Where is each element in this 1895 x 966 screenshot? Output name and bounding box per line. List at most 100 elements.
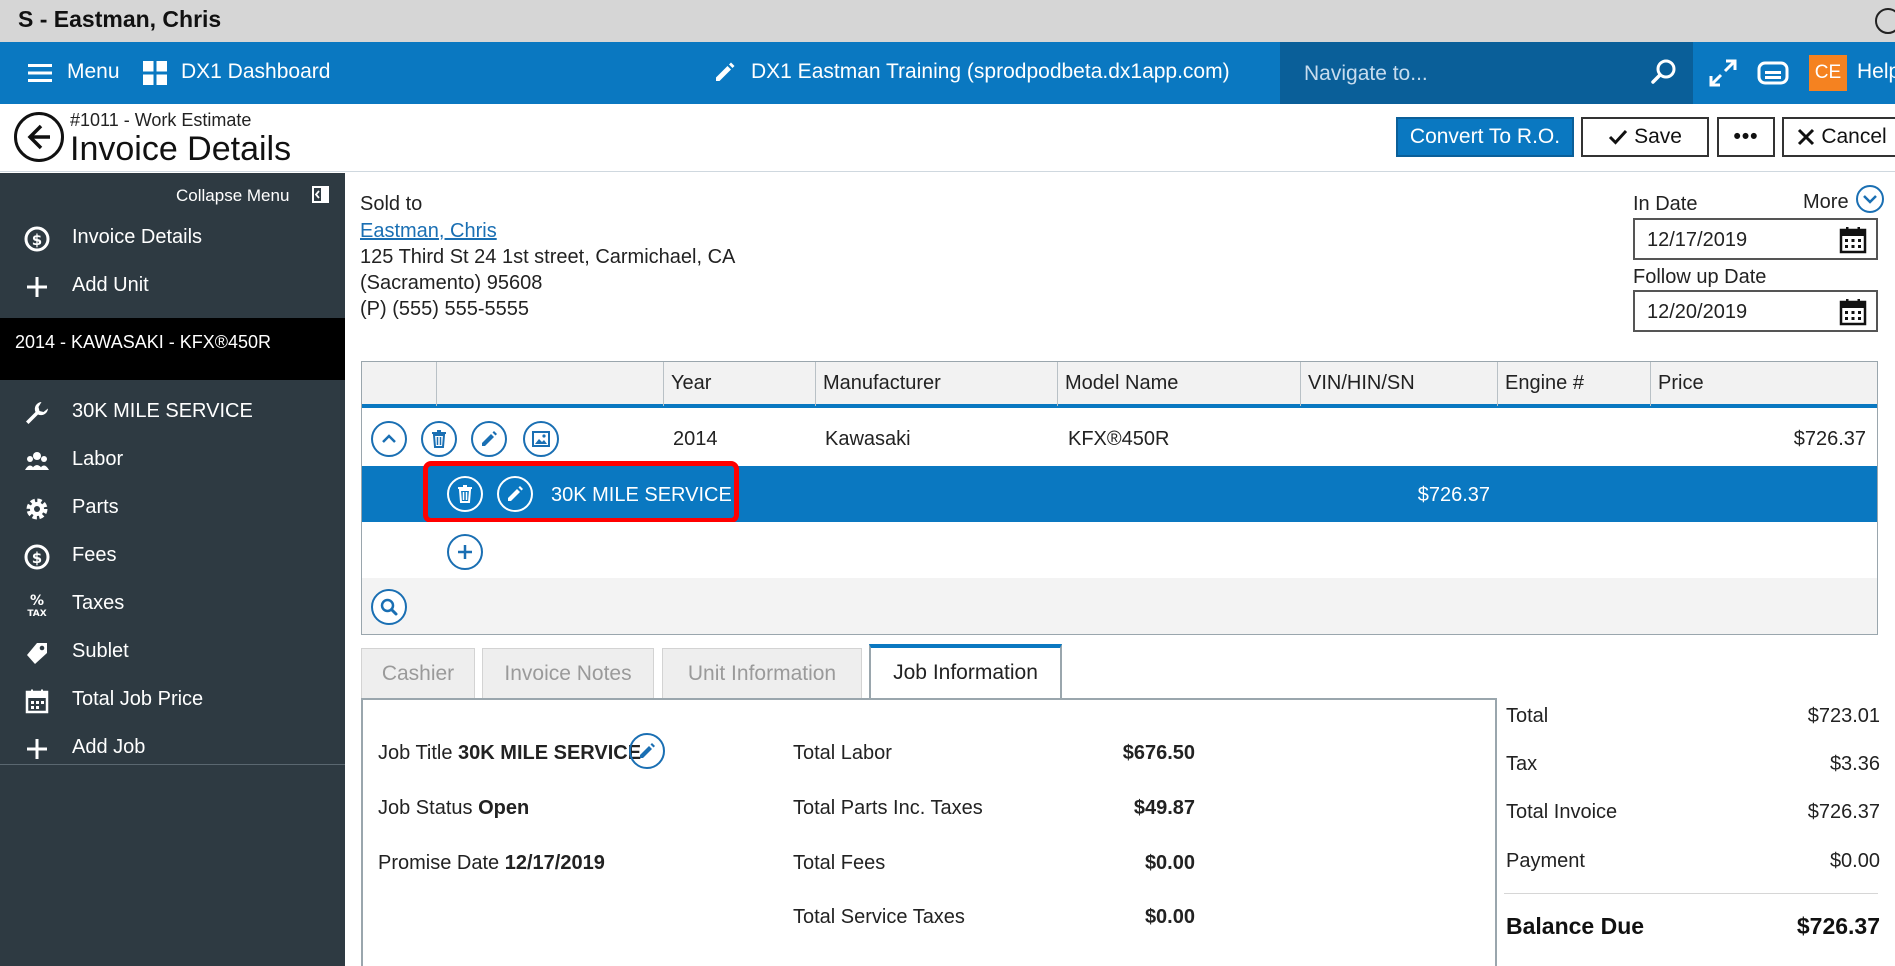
sidebar-item-taxes[interactable]: % TAX Taxes [0,580,345,628]
sidebar-item-label: 30K MILE SERVICE [72,400,253,422]
column-header-vin[interactable]: VIN/HIN/SN [1308,372,1415,395]
pencil-icon[interactable] [713,60,737,84]
sidebar-item-add-unit[interactable]: Add Unit [0,262,345,310]
convert-to-ro-button[interactable]: Convert To R.O. [1396,117,1574,157]
total-labor-value: $676.50 [1122,742,1195,764]
search-icon[interactable] [1651,59,1677,85]
sidebar-item-label: Taxes [72,592,125,614]
sidebar-item-label: Fees [72,544,117,566]
dollar-circle-icon: $ [24,544,50,570]
edit-job-title-button[interactable] [629,733,665,769]
more-link[interactable]: More [1803,191,1849,214]
column-header-manufacturer[interactable]: Manufacturer [823,372,941,395]
total-parts-value: $49.87 [1133,797,1195,819]
annotation-highlight-box [423,461,739,523]
customer-name-link[interactable]: Eastman, Chris [360,220,497,243]
plus-icon [24,274,50,300]
collapse-panel-icon[interactable] [312,186,329,203]
invoice-total-value: $723.01 [1807,705,1880,727]
sidebar-item-job-service[interactable]: 30K MILE SERVICE [0,388,345,436]
follow-up-date-input[interactable]: 12/20/2019 [1633,290,1878,332]
total-invoice-label: Total Invoice [1506,801,1618,823]
totals-divider [1504,893,1878,894]
column-divider [1497,362,1498,406]
more-actions-button[interactable]: ••• [1717,117,1775,157]
unit-image-button[interactable] [523,421,559,457]
window-title-bar: S - Eastman, Chris [0,0,1895,42]
chevron-down-icon[interactable] [1855,184,1885,214]
sidebar-item-sublet[interactable]: Sublet [0,628,345,676]
menu-button[interactable]: Menu [67,60,120,84]
add-job-button[interactable] [447,534,483,570]
delete-unit-button[interactable] [421,421,457,457]
cancel-button[interactable]: Cancel [1782,117,1895,157]
calendar-icon[interactable] [1839,298,1867,326]
account-label[interactable]: DX1 Eastman Training (sprodpodbeta.dx1ap… [751,60,1230,84]
gear-icon [24,496,50,522]
dashboard-button[interactable]: DX1 Dashboard [181,60,330,84]
invoice-tax-label: Tax [1506,753,1538,775]
collapse-menu-button[interactable]: Collapse Menu [176,186,289,206]
customer-address-line2: (Sacramento) 95608 [360,272,543,294]
back-button[interactable] [14,112,64,162]
cancel-label: Cancel [1821,125,1887,148]
search-units-button[interactable] [371,589,407,625]
column-header-price[interactable]: Price [1658,372,1704,395]
sidebar-unit-item[interactable]: 2014 - KAWASAKI - KFX®450R [0,318,345,380]
search-input[interactable]: Navigate to... [1304,62,1428,86]
collapse-row-button[interactable] [371,421,407,457]
follow-up-date-value: 12/20/2019 [1647,301,1748,323]
sidebar-item-invoice-details[interactable]: $ Invoice Details [0,214,345,262]
sidebar-divider [0,764,345,765]
close-icon [1797,128,1815,146]
sold-to-label: Sold to [360,193,423,215]
page-title: Invoice Details [70,130,292,168]
column-divider [1300,362,1301,406]
column-header-model-name[interactable]: Model Name [1065,372,1178,395]
total-fees-label: Total Fees [793,852,886,874]
edit-unit-button[interactable] [471,421,507,457]
in-date-label: In Date [1633,193,1698,215]
tab-unit-information[interactable]: Unit Information [662,648,862,700]
navigate-search[interactable]: Navigate to... [1280,42,1693,104]
in-date-value: 12/17/2019 [1647,229,1748,251]
column-header-year[interactable]: Year [671,372,711,395]
user-avatar[interactable]: CE [1809,55,1847,91]
tab-job-information[interactable]: Job Information [869,644,1062,700]
tab-invoice-notes[interactable]: Invoice Notes [482,648,654,700]
help-link[interactable]: Help [1857,60,1895,84]
tag-icon [24,640,50,666]
sidebar-item-label: Labor [72,448,124,470]
chat-icon[interactable] [1757,61,1789,87]
sidebar-item-total-job-price[interactable]: Total Job Price [0,676,345,724]
in-date-input[interactable]: 12/17/2019 [1633,218,1878,260]
calendar-icon[interactable] [1839,226,1867,254]
sidebar-item-label: Total Job Price [72,688,204,710]
svg-text:TAX: TAX [27,609,46,618]
job-title-field: Job Title 30K MILE SERVICE [378,742,641,765]
save-label: Save [1634,125,1682,148]
unit-price: $726.37 [1793,428,1866,450]
calculator-icon [24,688,50,714]
dollar-circle-icon: $ [24,226,50,252]
balance-due-value: $726.37 [1796,913,1880,939]
sidebar-item-parts[interactable]: Parts [0,484,345,532]
check-icon [1608,128,1628,146]
job-price: $726.37 [1417,484,1490,506]
save-button[interactable]: Save [1581,117,1709,157]
sidebar-item-fees[interactable]: $ Fees [0,532,345,580]
expand-icon[interactable] [1708,58,1738,88]
dashboard-grid-icon[interactable] [143,61,167,85]
percent-tax-icon: % TAX [24,592,50,618]
sidebar-item-labor[interactable]: Labor [0,436,345,484]
column-divider [1057,362,1058,406]
svg-text:$: $ [32,549,42,567]
column-header-engine[interactable]: Engine # [1505,372,1584,395]
job-status-value: Open [478,797,530,819]
follow-up-date-label: Follow up Date [1633,266,1767,288]
tab-cashier[interactable]: Cashier [361,648,475,700]
menu-icon[interactable] [28,63,52,83]
total-service-taxes-label: Total Service Taxes [793,906,965,928]
window-add-icon[interactable] [1875,8,1895,34]
sidebar-item-label: Parts [72,496,119,518]
